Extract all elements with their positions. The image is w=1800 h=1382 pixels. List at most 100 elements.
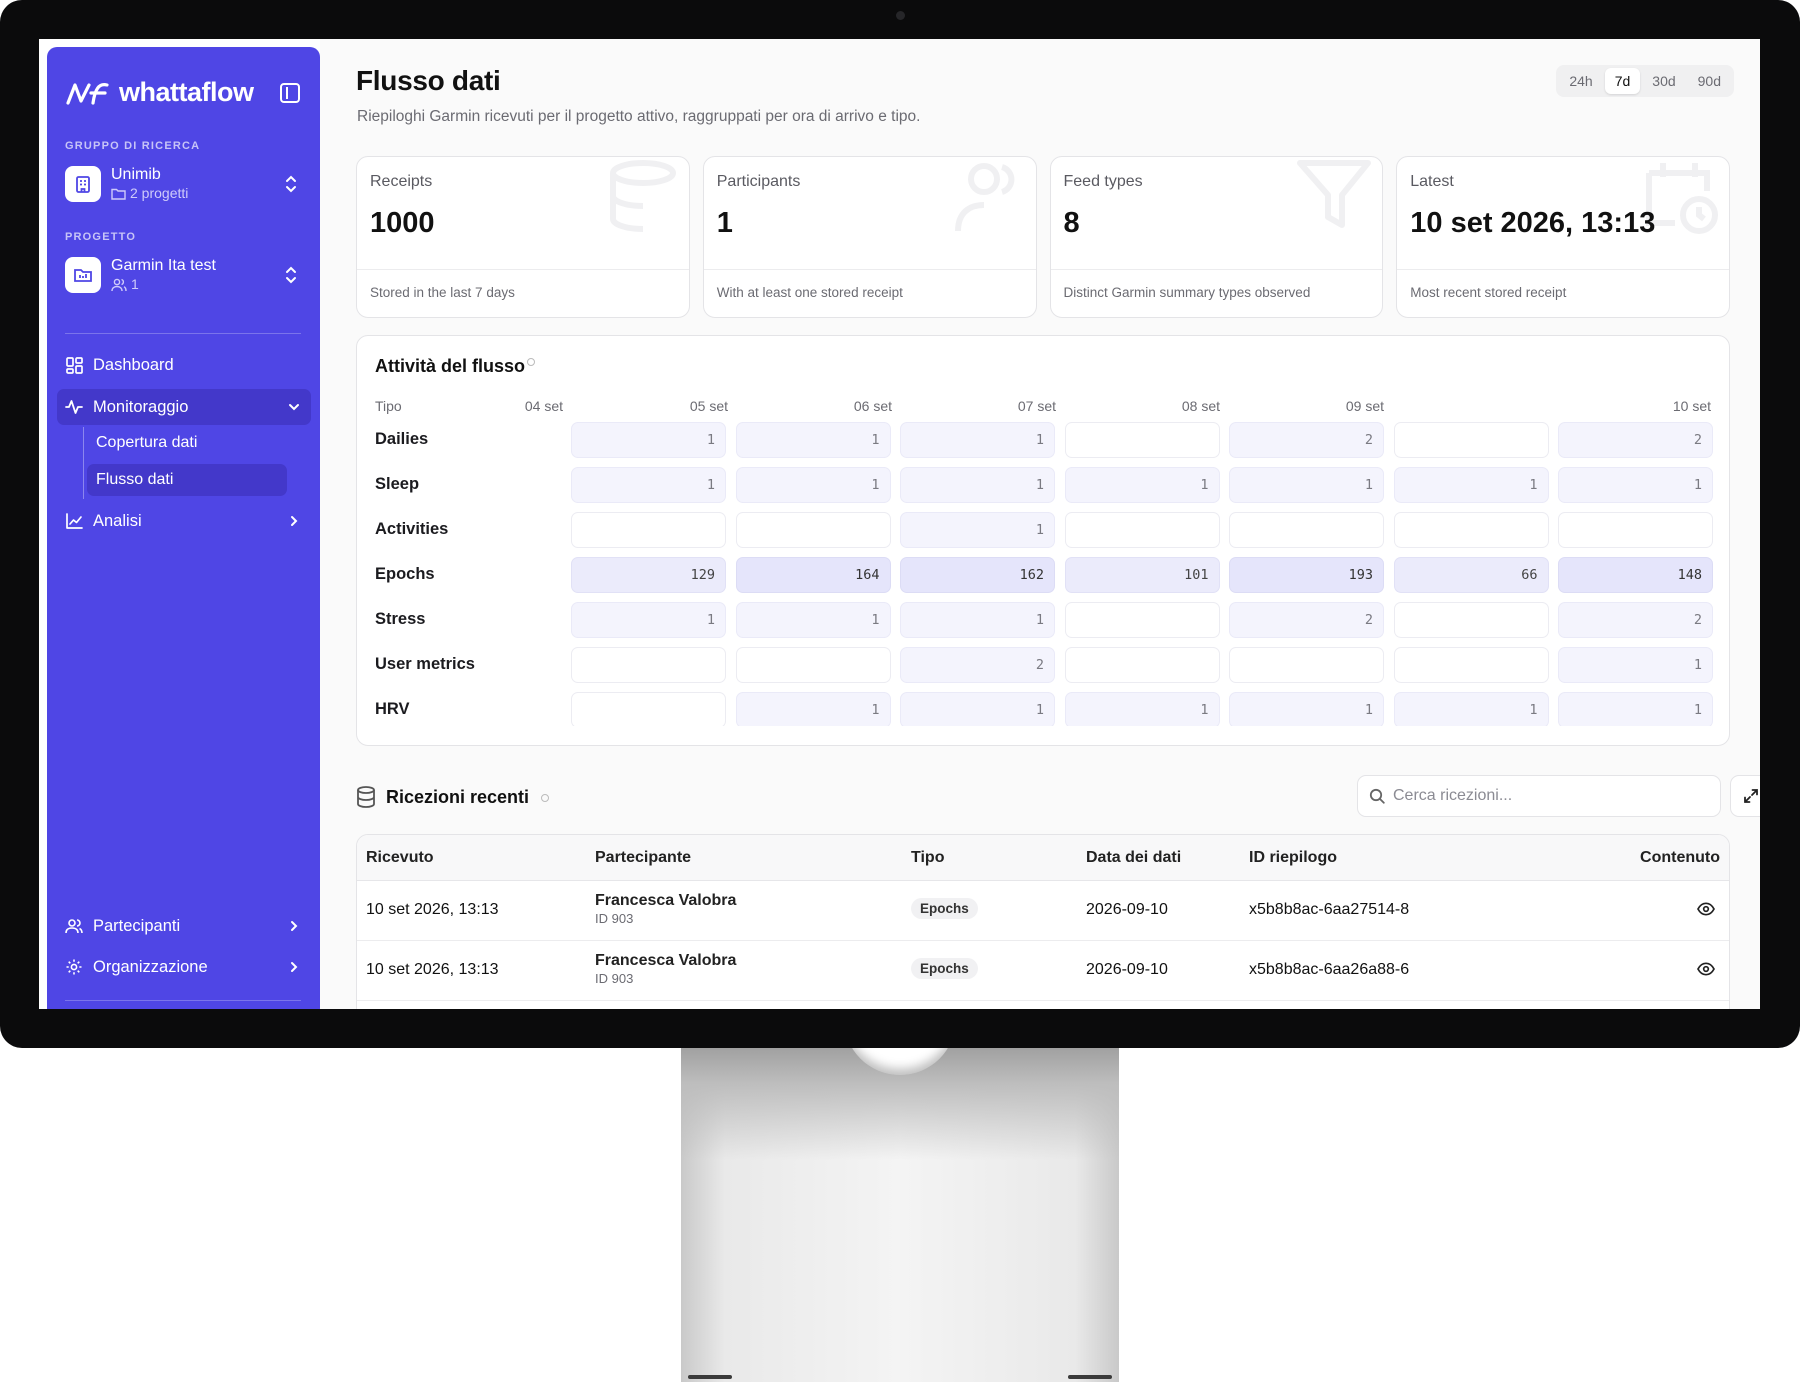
sidebar-toggle-icon[interactable] bbox=[280, 83, 300, 103]
day-header: 06 set bbox=[853, 398, 892, 414]
users-icon bbox=[65, 917, 83, 935]
activity-cell[interactable]: 193 bbox=[1229, 557, 1384, 593]
activity-cell[interactable]: 1 bbox=[735, 692, 891, 726]
type-badge: Epochs bbox=[911, 898, 978, 919]
activity-cell[interactable]: 2 bbox=[1558, 602, 1713, 638]
participant-id: ID 903 bbox=[595, 971, 634, 986]
card-value: 1000 bbox=[370, 207, 435, 239]
activity-cell[interactable] bbox=[1229, 647, 1384, 683]
activity-cell[interactable]: 2 bbox=[1229, 422, 1384, 458]
activity-row-label: Dailies bbox=[375, 430, 429, 448]
activity-cell[interactable]: 1 bbox=[900, 467, 1055, 503]
range-90d[interactable]: 90d bbox=[1688, 68, 1731, 94]
activity-cell[interactable]: 164 bbox=[735, 557, 891, 593]
activity-cell[interactable]: 1 bbox=[1064, 467, 1220, 503]
activity-cell[interactable]: 1 bbox=[1229, 692, 1384, 726]
activity-cell[interactable]: 1 bbox=[571, 467, 726, 503]
activity-cell[interactable] bbox=[735, 647, 891, 683]
activity-cell[interactable] bbox=[735, 512, 891, 548]
dashboard-icon bbox=[65, 356, 83, 374]
activity-cell[interactable]: 162 bbox=[900, 557, 1055, 593]
activity-cell[interactable]: 1 bbox=[1229, 467, 1384, 503]
activity-cell[interactable] bbox=[1064, 422, 1220, 458]
sidebar-item-dashboard[interactable]: Dashboard bbox=[57, 347, 311, 383]
day-header: 05 set bbox=[689, 398, 728, 414]
activity-cell[interactable] bbox=[1393, 602, 1549, 638]
activity-cell[interactable] bbox=[571, 512, 726, 548]
activity-cell[interactable]: 1 bbox=[1558, 692, 1713, 726]
activity-icon bbox=[65, 398, 83, 416]
stat-card-latest: Latest 10 set 2026, 13:13 Most recent st… bbox=[1396, 156, 1730, 318]
data-date-cell: 2026-09-10 bbox=[1086, 901, 1168, 918]
table-row[interactable]: 10 set 2026, 13:13 Francesca Valobra ID … bbox=[357, 881, 1729, 941]
gear-icon bbox=[65, 958, 83, 976]
column-header[interactable]: Contenuto bbox=[1640, 849, 1720, 867]
line-chart-icon bbox=[65, 512, 83, 530]
search-input[interactable] bbox=[1393, 787, 1693, 805]
column-header[interactable]: Tipo bbox=[911, 849, 944, 867]
activity-cell[interactable]: 2 bbox=[1229, 602, 1384, 638]
activity-cell[interactable]: 1 bbox=[735, 467, 891, 503]
activity-grid[interactable]: Dailies 1 1 1 2 2 Sleep 1 1 1 1 1 1 1 Activities 1 Epoch… bbox=[357, 422, 1729, 726]
activity-cell[interactable] bbox=[1393, 647, 1549, 683]
view-content-button[interactable] bbox=[1697, 902, 1715, 921]
sidebar-item-organization[interactable]: Organizzazione bbox=[57, 949, 311, 985]
activity-cell[interactable]: 2 bbox=[1558, 422, 1713, 458]
column-header[interactable]: Partecipante bbox=[595, 849, 691, 867]
brand-name: whattaflow bbox=[119, 77, 254, 107]
table-header: Ricevuto Partecipante Tipo Data dei dati… bbox=[357, 835, 1729, 881]
sidebar-item-monitoring[interactable]: Monitoraggio bbox=[57, 389, 311, 425]
column-header[interactable]: Ricevuto bbox=[366, 849, 434, 867]
info-icon[interactable] bbox=[541, 794, 550, 802]
database-icon bbox=[357, 786, 375, 808]
activity-cell[interactable] bbox=[571, 692, 726, 726]
activity-cell[interactable]: 1 bbox=[571, 602, 726, 638]
recent-receipts-title: Ricezioni recenti bbox=[356, 786, 550, 808]
activity-cell[interactable] bbox=[571, 647, 726, 683]
activity-cell[interactable]: 1 bbox=[1064, 692, 1220, 726]
column-header[interactable]: ID riepilogo bbox=[1249, 849, 1337, 867]
view-content-button[interactable] bbox=[1697, 962, 1715, 981]
activity-cell[interactable] bbox=[1558, 512, 1713, 548]
sidebar-subitem-flow[interactable]: Flusso dati bbox=[87, 464, 287, 496]
range-24h[interactable]: 24h bbox=[1559, 68, 1602, 94]
activity-cell[interactable]: 1 bbox=[1393, 467, 1549, 503]
activity-cell[interactable] bbox=[1064, 512, 1220, 548]
activity-cell[interactable]: 1 bbox=[900, 512, 1055, 548]
day-header: 09 set bbox=[1345, 398, 1384, 414]
activity-cell[interactable]: 1 bbox=[571, 422, 726, 458]
activity-cell[interactable]: 129 bbox=[571, 557, 726, 593]
table-row[interactable]: 10 set 2026, 13:13 Francesca Valobra ID … bbox=[357, 941, 1729, 1001]
activity-cell[interactable] bbox=[1064, 647, 1220, 683]
activity-cell[interactable]: 1 bbox=[900, 422, 1055, 458]
sidebar-subitem-coverage[interactable]: Copertura dati bbox=[87, 427, 287, 459]
activity-cell[interactable]: 1 bbox=[735, 602, 891, 638]
activity-cell[interactable]: 148 bbox=[1558, 557, 1713, 593]
expand-button[interactable] bbox=[1730, 775, 1760, 817]
activity-cell[interactable]: 1 bbox=[1558, 647, 1713, 683]
activity-cell[interactable]: 1 bbox=[900, 692, 1055, 726]
range-30d[interactable]: 30d bbox=[1642, 68, 1685, 94]
group-switcher[interactable]: Unimib 2 progetti bbox=[65, 164, 305, 204]
activity-cell[interactable] bbox=[1393, 512, 1549, 548]
chevrons-up-down-icon bbox=[286, 266, 296, 284]
activity-cell[interactable] bbox=[1229, 512, 1384, 548]
activity-cell[interactable] bbox=[1393, 422, 1549, 458]
brand[interactable]: whattaflow bbox=[65, 77, 254, 108]
activity-cell[interactable]: 2 bbox=[900, 647, 1055, 683]
activity-cell[interactable]: 66 bbox=[1393, 557, 1549, 593]
activity-cell[interactable]: 1 bbox=[1558, 467, 1713, 503]
project-switcher[interactable]: Garmin Ita test 1 bbox=[65, 255, 305, 295]
sidebar-item-participants[interactable]: Partecipanti bbox=[57, 908, 311, 944]
panel-title: Attività del flusso bbox=[375, 356, 536, 377]
sidebar-item-analysis[interactable]: Analisi bbox=[57, 503, 311, 539]
activity-cell[interactable] bbox=[1064, 602, 1220, 638]
info-icon[interactable] bbox=[527, 358, 536, 366]
activity-cell[interactable]: 1 bbox=[735, 422, 891, 458]
activity-cell[interactable]: 1 bbox=[1393, 692, 1549, 726]
activity-cell[interactable]: 1 bbox=[900, 602, 1055, 638]
building-icon bbox=[65, 166, 101, 202]
activity-cell[interactable]: 101 bbox=[1064, 557, 1220, 593]
range-7d[interactable]: 7d bbox=[1604, 68, 1641, 94]
column-header[interactable]: Data dei dati bbox=[1086, 849, 1181, 867]
